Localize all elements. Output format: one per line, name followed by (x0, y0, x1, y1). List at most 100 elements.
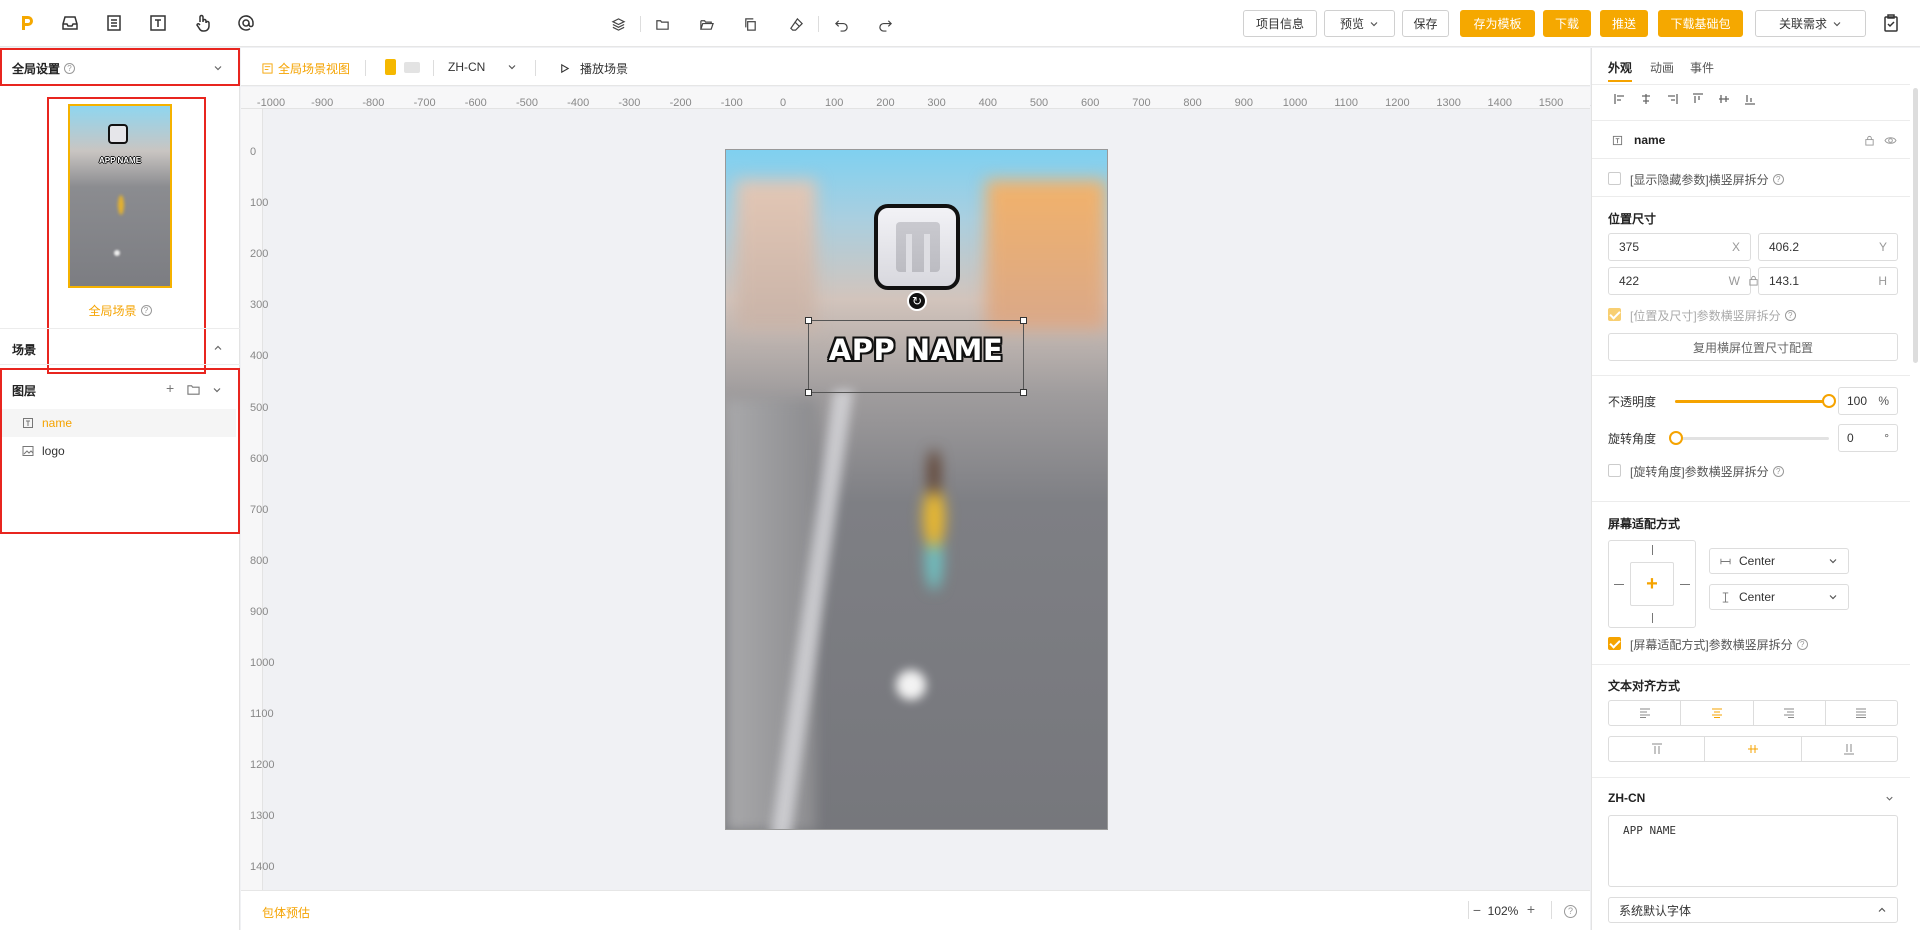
download-base-button[interactable]: 下载基础包 (1658, 10, 1743, 37)
text-valign-middle-icon[interactable] (1705, 737, 1802, 761)
chevron-up-icon[interactable] (212, 342, 224, 354)
properties-scrollbar[interactable] (1913, 88, 1918, 363)
tab-appearance[interactable]: 外观 (1608, 59, 1632, 76)
vertical-fit-select[interactable]: Center (1709, 584, 1849, 610)
help-icon[interactable]: ? (1772, 174, 1784, 185)
save-template-button[interactable]: 存为模板 (1460, 10, 1535, 37)
text-align-center-icon[interactable] (1681, 701, 1754, 725)
rotation-slider[interactable] (1669, 431, 1829, 445)
pos-split-checkbox[interactable] (1608, 308, 1621, 321)
zoom-out-button[interactable]: − (1470, 902, 1484, 918)
screen-fit-split-checkbox[interactable] (1608, 637, 1621, 650)
help-icon[interactable]: ? (1772, 466, 1784, 477)
gesture-icon[interactable] (191, 12, 213, 34)
name-text-layer[interactable]: APP NAME (808, 333, 1024, 367)
align-vcenter-icon[interactable] (1716, 91, 1732, 107)
reuse-landscape-button[interactable]: 复用横屏位置尺寸配置 (1608, 333, 1898, 361)
lock-icon[interactable] (1864, 135, 1875, 146)
logo-layer[interactable] (874, 204, 960, 290)
resize-handle[interactable] (805, 389, 812, 396)
font-select[interactable]: 系统默认字体 (1608, 897, 1898, 923)
rotation-input[interactable]: 0 ° (1838, 424, 1898, 452)
layer-name-label[interactable]: name (1634, 133, 1665, 147)
anchor-center-icon[interactable]: + (1630, 562, 1674, 606)
resize-handle[interactable] (1020, 389, 1027, 396)
layer-item-logo[interactable]: logo (0, 437, 236, 465)
global-scene-label[interactable]: 全局场景 ? (40, 302, 200, 319)
opacity-slider-knob[interactable] (1822, 394, 1836, 408)
help-icon[interactable]: ? (1796, 639, 1808, 650)
rotation-split-checkbox[interactable] (1608, 464, 1621, 477)
tab-animation[interactable]: 动画 (1650, 59, 1674, 76)
copy-icon[interactable] (741, 15, 759, 33)
opacity-slider[interactable] (1675, 394, 1836, 408)
align-right-icon[interactable] (1664, 91, 1680, 107)
brand-logo-icon[interactable] (16, 12, 38, 34)
phone-canvas[interactable]: ↻ APP NAME (725, 149, 1108, 830)
global-scene-thumbnail[interactable]: APP NAME (68, 104, 172, 288)
rotate-handle-icon[interactable]: ↻ (907, 291, 927, 311)
tab-events[interactable]: 事件 (1690, 59, 1714, 76)
portrait-mode-toggle[interactable] (385, 59, 396, 75)
folder-add-icon[interactable] (187, 383, 200, 396)
horizontal-fit-select[interactable]: Center (1709, 548, 1849, 574)
align-hcenter-icon[interactable] (1638, 91, 1654, 107)
project-info-button[interactable]: 项目信息 (1243, 10, 1317, 37)
text-tool-icon[interactable] (147, 12, 169, 34)
text-align-justify-icon[interactable] (1826, 701, 1897, 725)
play-scene-button[interactable]: 播放场景 (559, 60, 628, 77)
chevron-down-icon[interactable] (1884, 793, 1895, 804)
text-align-left-icon[interactable] (1609, 701, 1682, 725)
help-icon[interactable]: ? (140, 305, 152, 316)
h-input[interactable]: 143.1 H (1758, 267, 1898, 295)
x-input[interactable]: 375 X (1608, 233, 1751, 261)
zoom-in-button[interactable]: + (1524, 901, 1538, 917)
scene-view-button[interactable]: 全局场景视图 (262, 60, 350, 77)
layer-item-name[interactable]: name (0, 409, 236, 437)
text-content-textarea[interactable]: APP NAME (1608, 815, 1898, 887)
link-requirement-dropdown[interactable]: 关联需求 (1755, 10, 1866, 37)
rotation-slider-knob[interactable] (1669, 431, 1683, 445)
resize-handle[interactable] (1020, 317, 1027, 324)
scene-header[interactable]: 场景 (12, 341, 36, 358)
help-icon[interactable]: ? (1784, 310, 1796, 321)
folder-icon[interactable] (653, 15, 671, 33)
align-bottom-icon[interactable] (1742, 91, 1758, 107)
text-align-right-icon[interactable] (1754, 701, 1826, 725)
resize-handle[interactable] (805, 317, 812, 324)
layers-icon[interactable] (609, 15, 627, 33)
w-input[interactable]: 422 W (1608, 267, 1751, 295)
anchor-widget[interactable]: + (1608, 540, 1696, 628)
chevron-down-icon[interactable] (211, 384, 223, 396)
text-valign-bottom-icon[interactable] (1802, 737, 1897, 761)
undo-icon[interactable] (832, 15, 850, 33)
redo-icon[interactable] (876, 15, 894, 33)
anchor-top-icon[interactable] (1652, 545, 1653, 555)
y-input[interactable]: 406.2 Y (1758, 233, 1898, 261)
align-top-icon[interactable] (1690, 91, 1706, 107)
help-icon[interactable]: ? (64, 63, 76, 74)
landscape-mode-toggle[interactable] (404, 62, 420, 73)
anchor-bottom-icon[interactable] (1652, 613, 1653, 623)
clipboard-check-icon[interactable] (1880, 12, 1902, 34)
package-estimate-link[interactable]: 包体预估 (262, 904, 310, 921)
anchor-left-icon[interactable] (1614, 584, 1624, 585)
eye-icon[interactable] (1884, 135, 1897, 146)
global-settings-header[interactable]: 全局设置 ? (12, 60, 76, 77)
add-layer-icon[interactable]: + (166, 380, 174, 396)
component-icon[interactable] (103, 12, 125, 34)
push-button[interactable]: 推送 (1600, 10, 1648, 37)
download-button[interactable]: 下载 (1543, 10, 1591, 37)
show-hidden-checkbox[interactable] (1608, 172, 1621, 185)
text-valign-top-icon[interactable] (1609, 737, 1706, 761)
anchor-right-icon[interactable] (1680, 584, 1690, 585)
layers-header[interactable]: 图层 (12, 382, 36, 399)
inbox-icon[interactable] (59, 12, 81, 34)
preview-dropdown[interactable]: 预览 (1324, 10, 1395, 37)
save-button[interactable]: 保存 (1402, 10, 1449, 37)
language-select[interactable]: ZH-CN (448, 60, 517, 74)
chevron-down-icon[interactable] (212, 62, 224, 74)
eraser-icon[interactable] (787, 15, 805, 33)
folder-open-icon[interactable] (697, 15, 715, 33)
mention-icon[interactable] (235, 12, 257, 34)
